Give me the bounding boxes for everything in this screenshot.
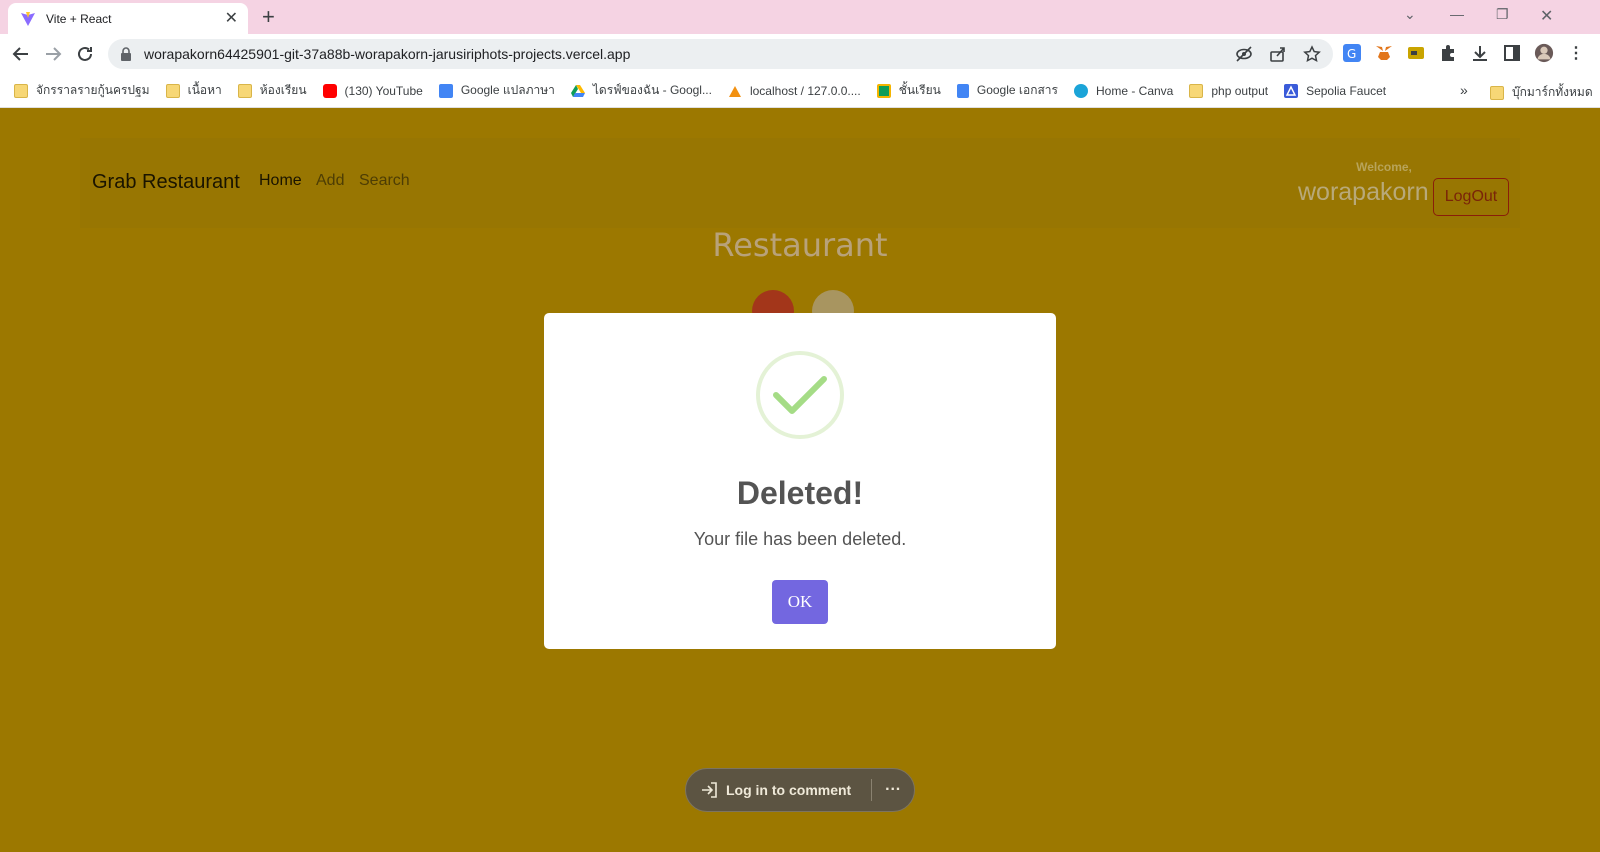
dialog-message: Your file has been deleted. (693, 529, 907, 549)
browser-menu-icon[interactable]: ⋮ (1566, 43, 1586, 63)
share-icon[interactable] (1269, 45, 1287, 68)
ok-button[interactable]: OK (772, 580, 828, 624)
tracking-protection-icon[interactable] (1235, 45, 1253, 68)
drive-icon (570, 84, 585, 98)
browser-tab-active[interactable]: Vite + React ✕ (8, 3, 248, 34)
browser-title-bar: Vite + React ✕ + ⌄ — ❐ ✕ (0, 0, 1600, 34)
canva-icon (1073, 83, 1088, 98)
phpmyadmin-icon (728, 84, 742, 98)
navbar-brand[interactable]: Grab Restaurant (92, 171, 240, 194)
folder-icon (165, 83, 180, 98)
folder-icon (1189, 83, 1204, 98)
restore-button[interactable]: ❐ (1496, 6, 1509, 23)
new-tab-button[interactable]: + (262, 6, 275, 28)
login-to-comment-label: Log in to comment (726, 782, 852, 798)
google-translate-extension-icon[interactable]: G (1342, 43, 1362, 63)
download-icon[interactable] (1470, 43, 1490, 63)
more-bookmarks-button[interactable]: » (1460, 82, 1468, 98)
bookmarks-bar: จักรราลรายกู้นครปฐม เนื้อหา ห้องเรียน (1… (0, 74, 1600, 108)
nav-link-search[interactable]: Search (359, 172, 410, 190)
url-text: worapakorn64425901-git-37a88b-worapakorn… (144, 46, 631, 62)
nav-link-add[interactable]: Add (316, 172, 344, 190)
docs-icon (956, 83, 969, 98)
bookmark-item[interactable]: Google เอกสาร (956, 81, 1058, 100)
bookmark-item[interactable]: เนื้อหา (165, 81, 222, 100)
reload-button[interactable] (74, 43, 96, 65)
address-bar[interactable]: worapakorn64425901-git-37a88b-worapakorn… (108, 39, 1333, 69)
side-panel-icon[interactable] (1502, 43, 1522, 63)
bookmark-star-icon[interactable] (1303, 45, 1321, 68)
page-title: Restaurant (712, 226, 888, 264)
profile-avatar-icon[interactable] (1534, 43, 1554, 63)
classroom-icon (876, 83, 891, 98)
translate-icon (438, 83, 453, 98)
extensions-puzzle-icon[interactable] (1438, 43, 1458, 63)
lock-icon (121, 47, 131, 61)
forward-arrow-icon (46, 47, 62, 61)
login-icon (702, 782, 717, 798)
nav-link-home[interactable]: Home (259, 172, 302, 190)
svg-text:G: G (1347, 47, 1356, 61)
bookmark-item[interactable]: Sepolia Faucet (1284, 83, 1386, 98)
reload-icon (78, 46, 92, 61)
minimize-button[interactable]: — (1450, 6, 1464, 22)
bookmark-item[interactable]: Google แปลภาษา (438, 81, 555, 100)
folder-icon (237, 83, 252, 98)
folder-icon (1490, 85, 1504, 100)
all-bookmarks-folder[interactable]: บุ๊กมาร์กทั้งหมด (1490, 83, 1593, 102)
comment-toolbar: Log in to comment ··· (685, 768, 915, 812)
vite-favicon-icon (20, 11, 36, 27)
bookmark-item[interactable]: php output (1189, 83, 1268, 98)
success-check-icon (756, 351, 844, 439)
bookmark-item[interactable]: Home - Canva (1073, 83, 1173, 98)
bookmark-item[interactable]: ไดรฟ์ของฉัน - Googl... (570, 81, 712, 100)
extension-card-icon[interactable] (1406, 43, 1426, 63)
more-options-button[interactable]: ··· (872, 781, 914, 799)
app-navbar: Grab Restaurant Home Add Search Welcome,… (80, 138, 1520, 228)
bookmark-item[interactable]: (130) YouTube (322, 83, 423, 98)
alert-dialog: Deleted! Your file has been deleted. OK (544, 313, 1056, 649)
dialog-title: Deleted! (736, 475, 864, 511)
folder-icon (14, 83, 28, 98)
tab-title: Vite + React (46, 11, 112, 26)
tab-close-icon[interactable]: ✕ (225, 10, 238, 27)
back-button[interactable] (10, 43, 32, 65)
tab-search-icon[interactable]: ⌄ (1404, 6, 1416, 23)
forward-button[interactable] (42, 43, 64, 65)
bookmark-item[interactable]: localhost / 127.0.0.... (728, 84, 861, 98)
bookmark-item[interactable]: จักรราลรายกู้นครปฐม (14, 81, 150, 100)
close-window-button[interactable]: ✕ (1540, 6, 1553, 26)
logout-button[interactable]: LogOut (1433, 178, 1509, 216)
bookmark-item[interactable]: ชั้นเรียน (876, 81, 941, 100)
back-arrow-icon (12, 47, 28, 61)
metamask-extension-icon[interactable] (1374, 43, 1394, 63)
login-to-comment-button[interactable]: Log in to comment (686, 768, 871, 812)
browser-toolbar: worapakorn64425901-git-37a88b-worapakorn… (0, 34, 1600, 74)
username-label: worapakorn (1298, 178, 1429, 206)
welcome-label: Welcome, (1356, 160, 1412, 174)
youtube-icon (322, 83, 337, 98)
alchemy-icon (1284, 83, 1299, 98)
bookmark-item[interactable]: ห้องเรียน (237, 81, 307, 100)
